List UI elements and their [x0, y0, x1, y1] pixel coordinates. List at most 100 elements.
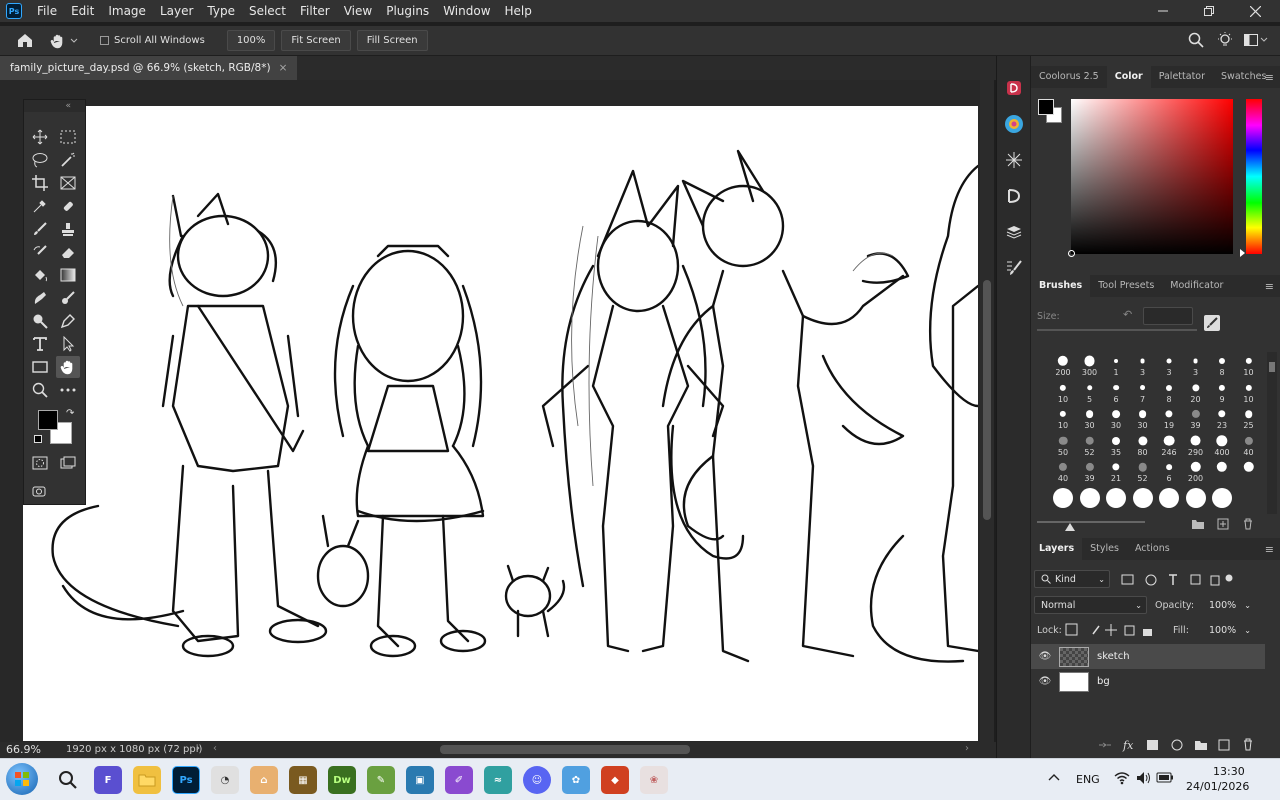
new-layer-icon[interactable] — [1218, 739, 1230, 751]
show-hidden-icons[interactable] — [1048, 771, 1060, 784]
taskbar-search-button[interactable] — [54, 766, 82, 794]
character-panel-button[interactable] — [1000, 182, 1028, 210]
zoom-level[interactable]: 66.9% — [6, 743, 41, 756]
brush-preset[interactable]: 39 — [1183, 405, 1209, 432]
layers-panel-menu-icon[interactable]: ≡ — [1265, 543, 1274, 556]
dreamweaver-button[interactable]: Dw — [328, 766, 356, 794]
start-button[interactable] — [6, 763, 38, 795]
type-filter-icon[interactable] — [1169, 574, 1177, 585]
tab-tool-presets[interactable]: Tool Presets — [1090, 275, 1162, 297]
taskbar-app-13[interactable]: ✿ — [562, 766, 590, 794]
zoom-tool[interactable] — [28, 379, 52, 400]
eye-icon[interactable]: 👁 — [1031, 676, 1059, 687]
taskbar-app-5[interactable]: ⌂ — [250, 766, 278, 794]
clock-time[interactable]: 13:30 — [1213, 765, 1245, 778]
discover-button[interactable] — [1216, 31, 1234, 52]
brush-preset[interactable]: 246 — [1156, 432, 1182, 459]
photoshop-taskbar-button[interactable]: Ps — [172, 766, 200, 794]
brush-preset[interactable]: 3 — [1183, 352, 1209, 379]
brush-preset[interactable]: 25 — [1236, 405, 1262, 432]
layer-row-sketch[interactable]: 👁 sketch — [1031, 644, 1265, 669]
brush-size-slider[interactable] — [1037, 329, 1197, 331]
vertical-scrollbar[interactable] — [980, 80, 994, 742]
filter-toggle-icon[interactable] — [1225, 574, 1233, 582]
brush-preset[interactable]: 30 — [1077, 405, 1103, 432]
brush-preset[interactable]: 39 — [1077, 458, 1103, 485]
move-tool[interactable] — [28, 126, 52, 147]
tab-palettator[interactable]: Palettator — [1151, 66, 1213, 88]
smudge-tool[interactable] — [28, 287, 52, 308]
color-panel-foreground-swatch[interactable] — [1038, 99, 1054, 115]
brush-preset[interactable]: 6 — [1103, 379, 1129, 406]
taskbar-app-14[interactable]: ◆ — [601, 766, 629, 794]
adjustment-filter-icon[interactable] — [1145, 574, 1157, 586]
brush-preset[interactable]: 290 — [1183, 432, 1209, 459]
lock-pixels-icon[interactable] — [1092, 625, 1100, 635]
brush-settings-button[interactable] — [1000, 146, 1028, 174]
frame-tool[interactable] — [56, 172, 80, 193]
tab-actions[interactable]: Actions — [1127, 538, 1178, 560]
swap-colors-icon[interactable]: ↷ — [66, 408, 74, 419]
new-brush-icon[interactable] — [1217, 518, 1229, 530]
scroll-left-icon[interactable]: ‹ — [213, 743, 217, 754]
type-tool[interactable] — [28, 333, 52, 354]
mixer-brush-tool[interactable] — [56, 287, 80, 308]
taskbar-app-8[interactable]: ✎ — [367, 766, 395, 794]
tab-color[interactable]: Color — [1106, 66, 1151, 88]
layer-style-icon[interactable]: fx — [1122, 739, 1134, 752]
more-tools-button[interactable] — [56, 379, 80, 400]
wifi-icon[interactable] — [1114, 771, 1130, 785]
brush-preset[interactable]: 80 — [1130, 432, 1156, 459]
menu-select[interactable]: Select — [242, 0, 293, 22]
link-layers-icon[interactable] — [1099, 742, 1111, 748]
brush-preset[interactable]: 52 — [1130, 458, 1156, 485]
hue-slider[interactable] — [1246, 99, 1262, 254]
minimize-button[interactable] — [1148, 0, 1178, 22]
menu-type[interactable]: Type — [200, 0, 242, 22]
path-selection-tool[interactable] — [56, 333, 80, 354]
marquee-tool[interactable] — [56, 126, 80, 147]
scroll-all-windows-checkbox[interactable] — [100, 36, 109, 45]
hand-tool-preset-picker[interactable] — [50, 33, 88, 49]
file-explorer-button[interactable] — [133, 766, 161, 794]
lock-transparent-icon[interactable] — [1065, 623, 1078, 636]
brush-preset[interactable]: 10 — [1236, 352, 1262, 379]
taskbar-app-4[interactable]: ◔ — [211, 766, 239, 794]
brush-preset[interactable] — [1236, 458, 1262, 485]
menu-filter[interactable]: Filter — [293, 0, 337, 22]
restore-button[interactable] — [1194, 0, 1224, 22]
brush-preset[interactable]: 10 — [1050, 379, 1076, 406]
brush-preset[interactable] — [1103, 485, 1129, 512]
brush-preset[interactable] — [1209, 458, 1235, 485]
brush-preset[interactable]: 200 — [1050, 352, 1076, 379]
brush-preset[interactable]: 1 — [1103, 352, 1129, 379]
menu-help[interactable]: Help — [498, 0, 539, 22]
brush-preset[interactable]: 30 — [1103, 405, 1129, 432]
delete-brush-icon[interactable] — [1242, 518, 1254, 530]
menu-plugins[interactable]: Plugins — [379, 0, 436, 22]
menu-view[interactable]: View — [337, 0, 379, 22]
brush-preset[interactable]: 3 — [1156, 352, 1182, 379]
color-picker-handle[interactable] — [1068, 250, 1075, 257]
brush-preview-size-handle[interactable] — [1065, 523, 1075, 531]
quick-mask-button[interactable] — [28, 452, 52, 473]
color-panel-menu-icon[interactable]: ≡ — [1265, 71, 1274, 84]
scroll-right-icon[interactable]: › — [965, 743, 969, 754]
eraser-tool[interactable] — [56, 241, 80, 262]
brushes-panel-menu-icon[interactable]: ≡ — [1265, 280, 1274, 293]
hand-tool[interactable] — [56, 356, 80, 377]
brush-preset[interactable]: 20 — [1183, 379, 1209, 406]
fill-screen-button[interactable]: Fill Screen — [356, 30, 428, 51]
tab-layers[interactable]: Layers — [1031, 538, 1083, 560]
add-mask-icon[interactable] — [1147, 740, 1158, 750]
rectangle-tool[interactable] — [28, 356, 52, 377]
edit-toolbar-button[interactable] — [28, 480, 52, 501]
history-brush-tool[interactable] — [28, 241, 52, 262]
saturation-brightness-field[interactable] — [1068, 99, 1233, 257]
brushes-scrollbar[interactable] — [1267, 352, 1277, 514]
taskbar-app-10[interactable]: ✐ — [445, 766, 473, 794]
plugin-panel-button-2[interactable] — [1000, 110, 1028, 138]
smart-object-filter-icon[interactable] — [1210, 575, 1220, 586]
horizontal-scroll-thumb[interactable] — [440, 745, 690, 754]
search-button[interactable] — [1188, 32, 1204, 51]
